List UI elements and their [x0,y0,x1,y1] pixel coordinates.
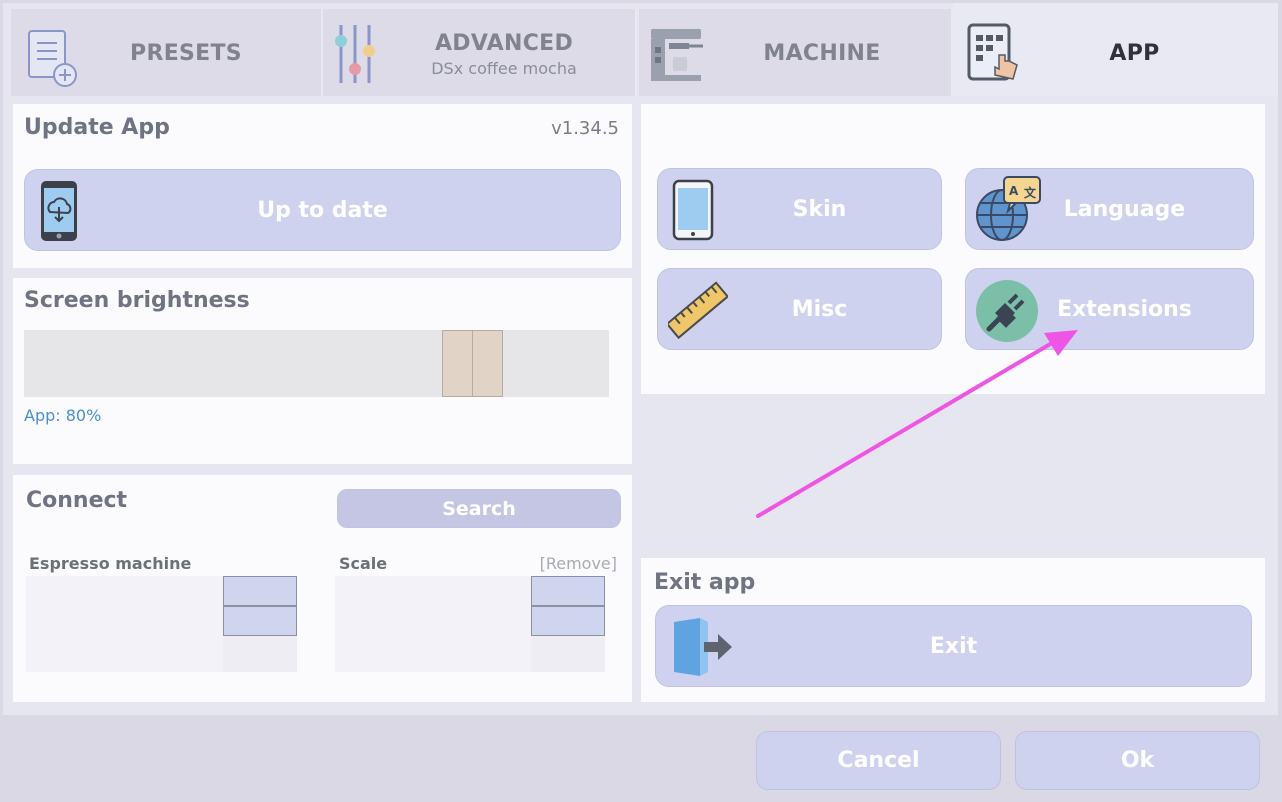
cancel-button[interactable]: Cancel [756,731,1001,790]
ok-label: Ok [1120,748,1155,773]
ok-button[interactable]: Ok [1015,731,1260,790]
annotation-arrow [756,330,1078,518]
cancel-label: Cancel [837,748,920,773]
